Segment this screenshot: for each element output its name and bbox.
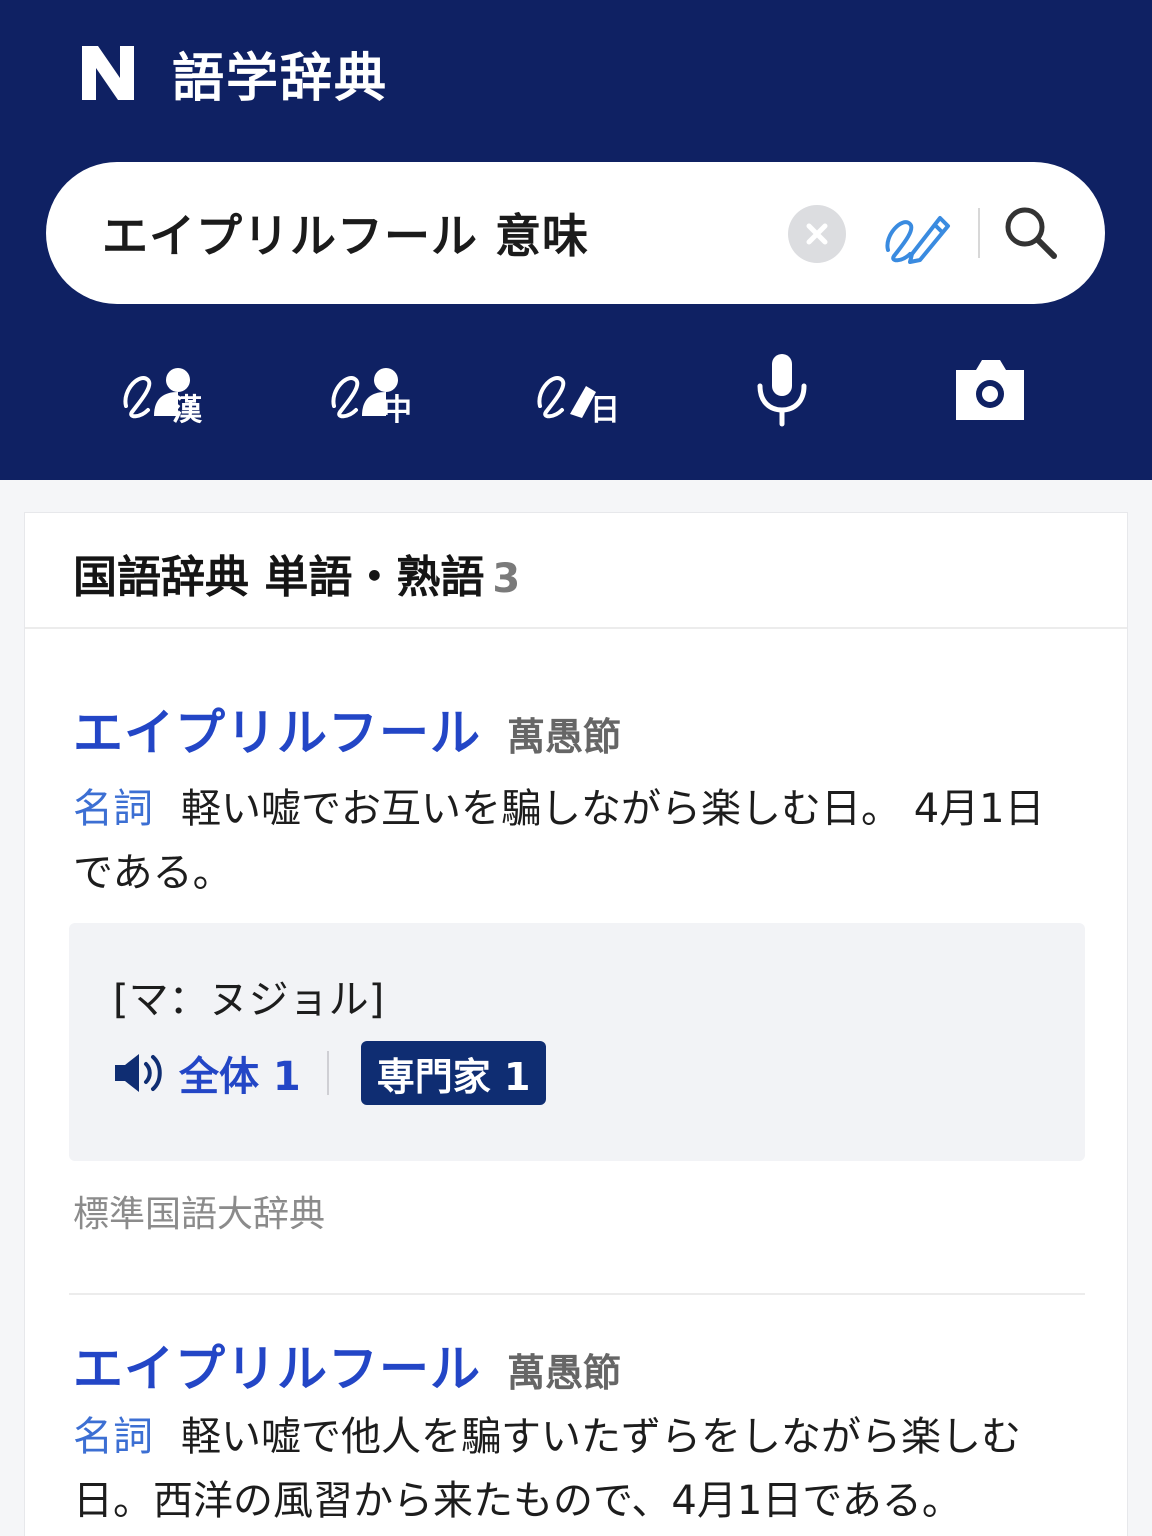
handwriting-chinese-icon[interactable]: 中 bbox=[324, 350, 420, 430]
microphone-icon[interactable] bbox=[734, 350, 830, 430]
handwriting-pen-icon[interactable] bbox=[882, 198, 954, 268]
entry-definition: 名詞 軽い嘘で他人を騙すいたずらをしながら楽しむ日。西洋の風習から来たもので、4月… bbox=[73, 1405, 1083, 1533]
part-of-speech: 名詞 bbox=[73, 786, 153, 832]
input-tools: 漢 中 日 bbox=[0, 350, 1152, 430]
pronunciation-box: [マ：ヌジョル] 全体 1 専門家 1 bbox=[69, 923, 1085, 1161]
entry-header: エイプリルフール 萬愚節 bbox=[73, 693, 621, 765]
logo-row: 語学辞典 bbox=[78, 38, 389, 109]
section-title: 国語辞典 単語・熟語 bbox=[73, 552, 485, 603]
clear-icon[interactable] bbox=[788, 205, 846, 263]
camera-icon[interactable] bbox=[942, 350, 1038, 430]
dictionary-card: 国語辞典 単語・熟語 3 エイプリルフール 萬愚節 名詞 軽い嘘でお互いを騙しながら… bbox=[24, 512, 1128, 1536]
result-count: 3 bbox=[492, 556, 521, 602]
app-title: 語学辞典 bbox=[172, 48, 389, 109]
svg-text:中: 中 bbox=[382, 393, 412, 428]
entry-kanji: 萬愚節 bbox=[507, 715, 622, 759]
pronunciation-divider bbox=[326, 1051, 329, 1095]
handwriting-japanese-icon[interactable]: 日 bbox=[530, 350, 626, 430]
entry-definition: 名詞 軽い嘘でお互いを騙しながら楽しむ日。 4月1日である。 bbox=[73, 777, 1063, 905]
search-icon[interactable] bbox=[1000, 202, 1062, 264]
entry-header: エイプリルフール 萬愚節 bbox=[73, 1329, 621, 1401]
search-input[interactable] bbox=[102, 198, 802, 268]
search-bar bbox=[46, 162, 1105, 304]
search-divider bbox=[978, 208, 980, 258]
pronunciation-all-tab[interactable]: 全体 1 bbox=[179, 1044, 301, 1102]
pronunciation-expert-tab[interactable]: 専門家 1 bbox=[360, 1041, 547, 1105]
section-header: 国語辞典 単語・熟語 3 bbox=[25, 513, 1127, 629]
pronunciation-controls: 全体 1 専門家 1 bbox=[113, 1041, 547, 1105]
entry-word-link[interactable]: エイプリルフール bbox=[73, 693, 481, 765]
part-of-speech: 名詞 bbox=[73, 1414, 153, 1460]
definition-text: 軽い嘘でお互いを騙しながら楽しむ日。 4月1日である。 bbox=[73, 786, 1045, 896]
logo-icon[interactable] bbox=[78, 42, 138, 104]
speaker-icon[interactable] bbox=[113, 1051, 167, 1095]
entry-word-link[interactable]: エイプリルフール bbox=[73, 1329, 481, 1401]
app-header: 語学辞典 エイプリルフール 意味 漢 中 日 bbox=[0, 0, 1152, 480]
svg-text:日: 日 bbox=[590, 393, 620, 428]
definition-text: 軽い嘘で他人を騙すいたずらをしながら楽しむ日。西洋の風習から来たもので、4月1日… bbox=[73, 1414, 1021, 1524]
entry-kanji: 萬愚節 bbox=[507, 1351, 622, 1395]
pronunciation-text: [マ：ヌジョル] bbox=[113, 977, 385, 1023]
dictionary-source[interactable]: 標準国語大辞典 bbox=[73, 1185, 325, 1237]
handwriting-kanji-icon[interactable]: 漢 bbox=[116, 350, 212, 430]
entry-divider bbox=[69, 1293, 1085, 1295]
svg-text:漢: 漢 bbox=[172, 393, 203, 428]
